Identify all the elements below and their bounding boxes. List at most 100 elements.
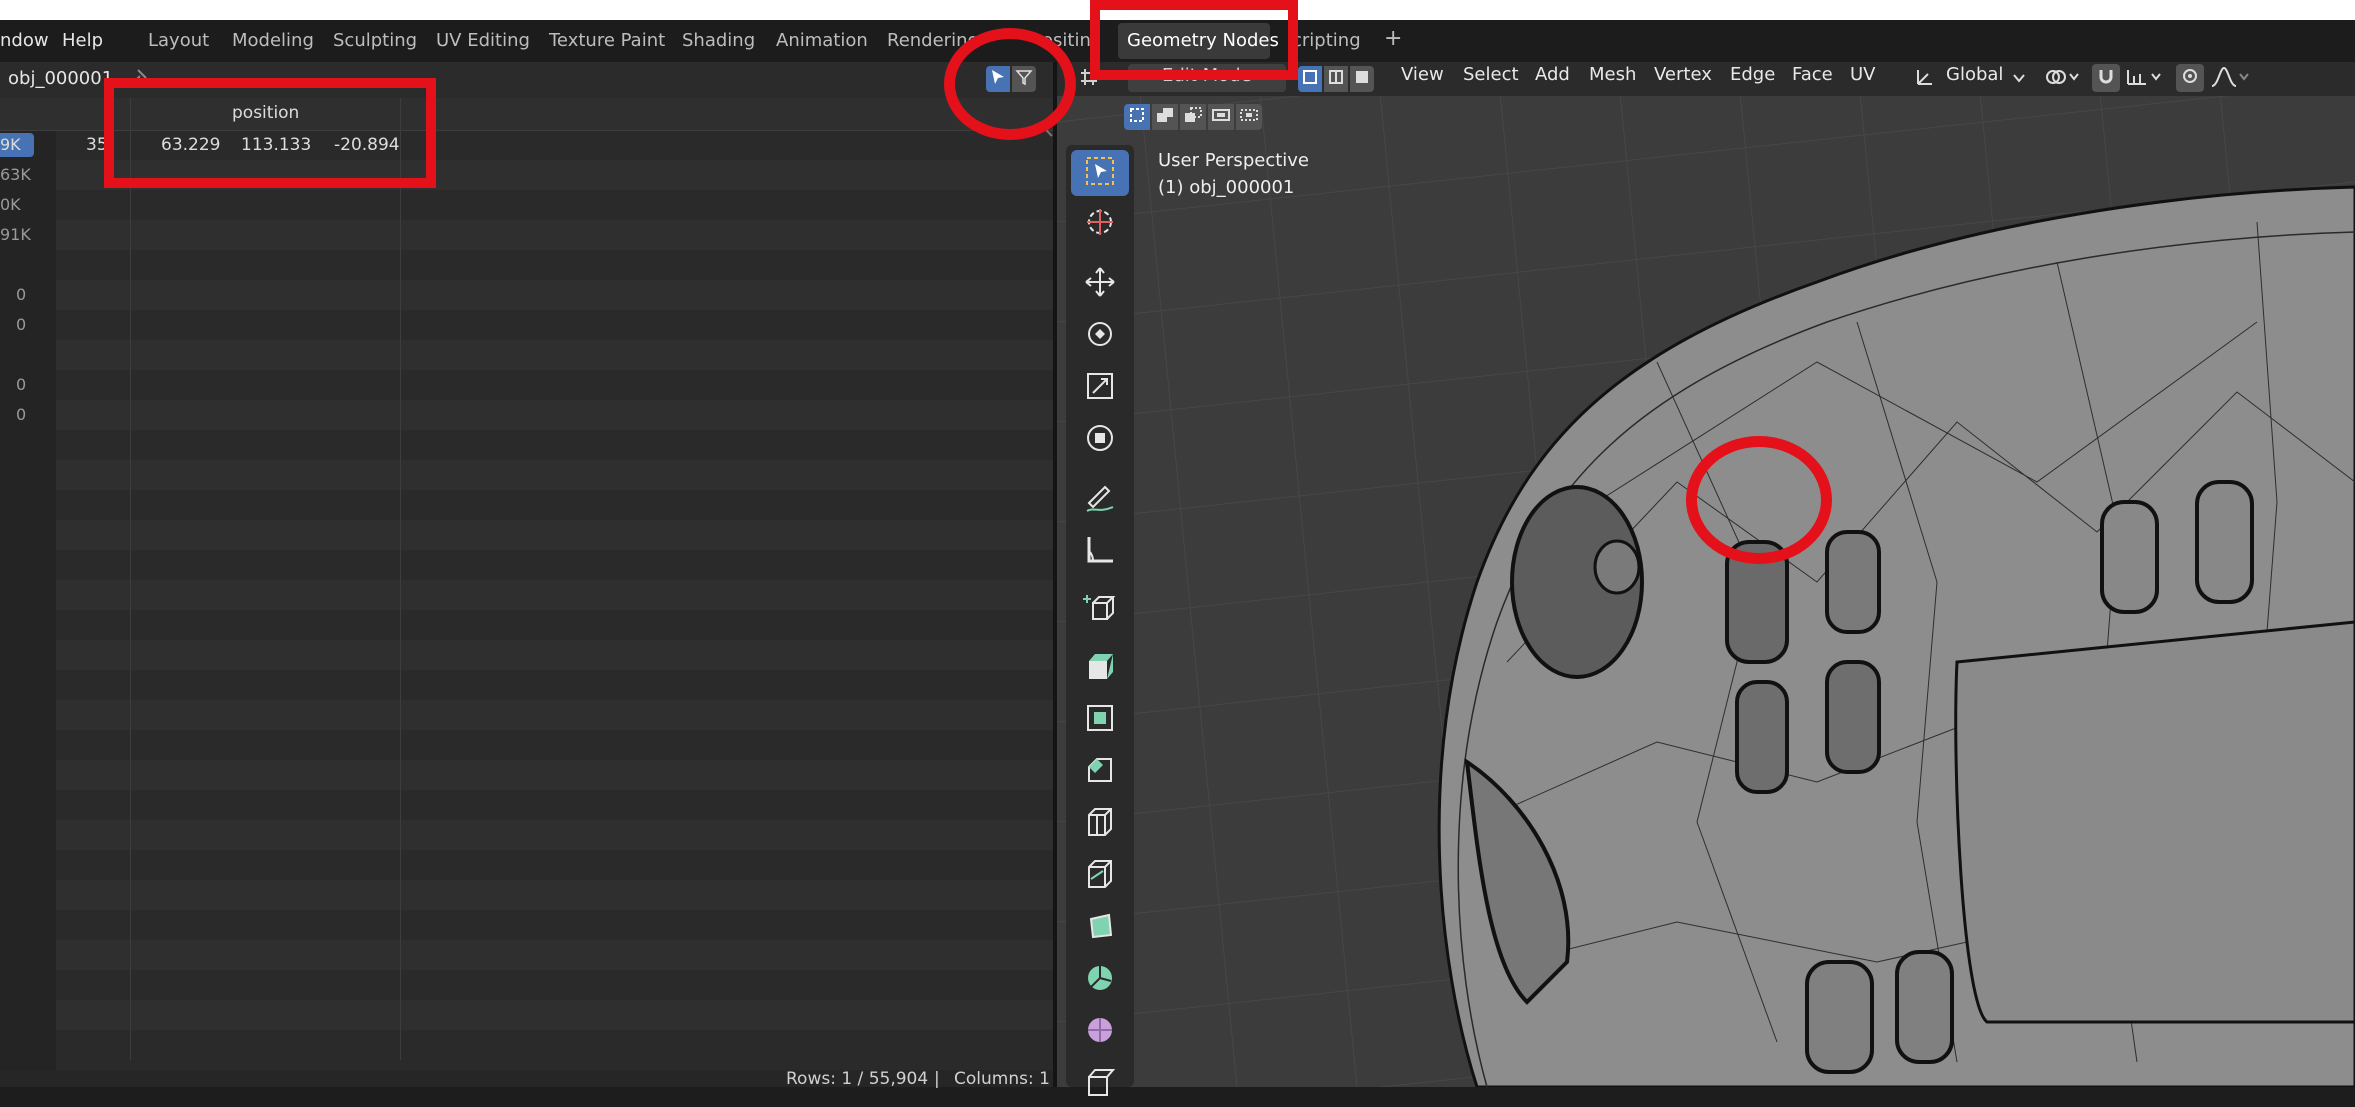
tool-select-box[interactable] (1071, 150, 1129, 196)
domain-count[interactable]: 63K (0, 165, 31, 184)
menu-uv[interactable]: UV (1850, 64, 1876, 85)
chevron-down-icon[interactable] (2012, 70, 2026, 89)
tab-texture-paint[interactable]: Texture Paint (549, 30, 665, 51)
transform-orientation-icon (1914, 66, 1936, 92)
tool-smooth[interactable] (1071, 1009, 1129, 1055)
tab-sculpting[interactable]: Sculpting (333, 30, 417, 51)
edge-select-mode[interactable] (1324, 66, 1348, 92)
3d-viewport[interactable] (1057, 62, 2355, 1087)
menu-vertex[interactable]: Vertex (1654, 64, 1712, 85)
transform-icon (1083, 421, 1117, 459)
tool-spin[interactable] (1071, 957, 1129, 1003)
smooth-sphere-icon (1083, 1013, 1117, 1051)
annotation-box-position-data (104, 78, 436, 188)
menu-edge[interactable]: Edge (1730, 64, 1775, 85)
proportional-editing-toggle[interactable] (2176, 64, 2204, 92)
tool-move[interactable] (1071, 261, 1129, 307)
measure-ruler-icon (1083, 533, 1117, 571)
tool-annotate[interactable] (1071, 477, 1129, 523)
viewport-grid-and-mesh (1057, 62, 2355, 1087)
row-stripe (56, 400, 1053, 430)
select-box-icon (1129, 107, 1145, 127)
poly-build-icon (1083, 909, 1117, 947)
vertex-select-mode[interactable] (1298, 66, 1322, 92)
tool-rotate[interactable] (1071, 313, 1129, 359)
tool-loop-cut[interactable] (1071, 801, 1129, 847)
select-invert-icon (1212, 107, 1230, 127)
vertex-mode-icon (1302, 69, 1318, 89)
tab-uv-editing[interactable]: UV Editing (436, 30, 530, 51)
view-perspective-label: User Perspective (1158, 150, 1309, 171)
magnet-icon (2097, 67, 2115, 89)
domain-count: 9K (0, 135, 21, 154)
select-intersect-mode[interactable] (1236, 104, 1262, 130)
tool-add-cube[interactable] (1071, 587, 1129, 633)
menu-view[interactable]: View (1401, 64, 1444, 85)
snap-toggle[interactable] (2092, 64, 2120, 92)
rotate-icon (1083, 317, 1117, 355)
tool-inset[interactable] (1071, 697, 1129, 743)
domain-count[interactable]: 0K (0, 195, 21, 214)
menu-mesh[interactable]: Mesh (1589, 64, 1636, 85)
face-select-mode[interactable] (1350, 66, 1374, 92)
select-invert-mode[interactable] (1208, 104, 1234, 130)
tab-modeling[interactable]: Modeling (232, 30, 314, 51)
annotation-box-geometry-nodes-tab (1090, 0, 1298, 80)
status-separator: | (934, 1069, 940, 1089)
bevel-icon (1083, 753, 1117, 791)
knife-icon (1083, 857, 1117, 895)
tool-measure[interactable] (1071, 529, 1129, 575)
domain-count[interactable]: 91K (0, 225, 31, 244)
row-stripe (56, 580, 1053, 610)
select-extend-mode[interactable] (1152, 104, 1178, 130)
select-new-mode[interactable] (1124, 104, 1150, 130)
menu-select[interactable]: Select (1463, 64, 1519, 85)
tool-knife[interactable] (1071, 853, 1129, 899)
annotation-circle-filter-toggle (944, 28, 1076, 140)
domain-count[interactable]: 0 (16, 315, 26, 334)
menu-add[interactable]: Add (1535, 64, 1570, 85)
select-extend-icon (1156, 107, 1174, 127)
tool-cursor[interactable] (1071, 201, 1129, 247)
tool-poly-build[interactable] (1071, 905, 1129, 951)
extrude-icon (1083, 649, 1117, 687)
face-mode-icon (1354, 69, 1370, 89)
tab-animation[interactable]: Animation (776, 30, 868, 51)
tool-shear[interactable] (1071, 1061, 1129, 1107)
loop-cut-icon (1083, 805, 1117, 843)
view-object-label: (1) obj_000001 (1158, 177, 1295, 198)
tab-shading[interactable]: Shading (682, 30, 755, 51)
domain-count[interactable]: 0 (16, 405, 26, 424)
tool-bevel[interactable] (1071, 749, 1129, 795)
spreadsheet-object-name: obj_000001 (8, 68, 114, 89)
shear-icon (1083, 1065, 1117, 1103)
domain-count[interactable]: 0 (16, 375, 26, 394)
menu-window[interactable]: ndow (0, 30, 49, 51)
inset-icon (1083, 701, 1117, 739)
tool-scale[interactable] (1071, 365, 1129, 411)
orientation-dropdown[interactable]: Global (1946, 64, 2003, 85)
edge-mode-icon (1328, 69, 1344, 89)
row-stripe (56, 940, 1053, 970)
falloff-curve-icon[interactable] (2210, 66, 2250, 92)
tab-layout[interactable]: Layout (148, 30, 209, 51)
tool-extrude[interactable] (1071, 645, 1129, 691)
row-stripe (56, 280, 1053, 310)
domain-count[interactable]: 0 (16, 285, 26, 304)
row-stripe (56, 460, 1053, 490)
menu-face[interactable]: Face (1792, 64, 1833, 85)
tool-transform[interactable] (1071, 417, 1129, 463)
columns-count: Columns: 1 (954, 1069, 1050, 1089)
add-workspace-button[interactable]: + (1384, 26, 1402, 51)
annotate-pencil-icon (1083, 481, 1117, 519)
column-divider (130, 98, 131, 1060)
select-subtract-mode[interactable] (1180, 104, 1206, 130)
row-stripe (56, 1000, 1053, 1030)
row-stripe (56, 340, 1053, 370)
row-stripe (56, 760, 1053, 790)
snap-target-icon[interactable] (2126, 66, 2164, 92)
tab-scripting[interactable]: cripting (1292, 30, 1361, 51)
select-box-icon (1083, 154, 1117, 192)
pivot-point-icon[interactable] (2044, 66, 2080, 92)
menu-help[interactable]: Help (62, 30, 103, 51)
